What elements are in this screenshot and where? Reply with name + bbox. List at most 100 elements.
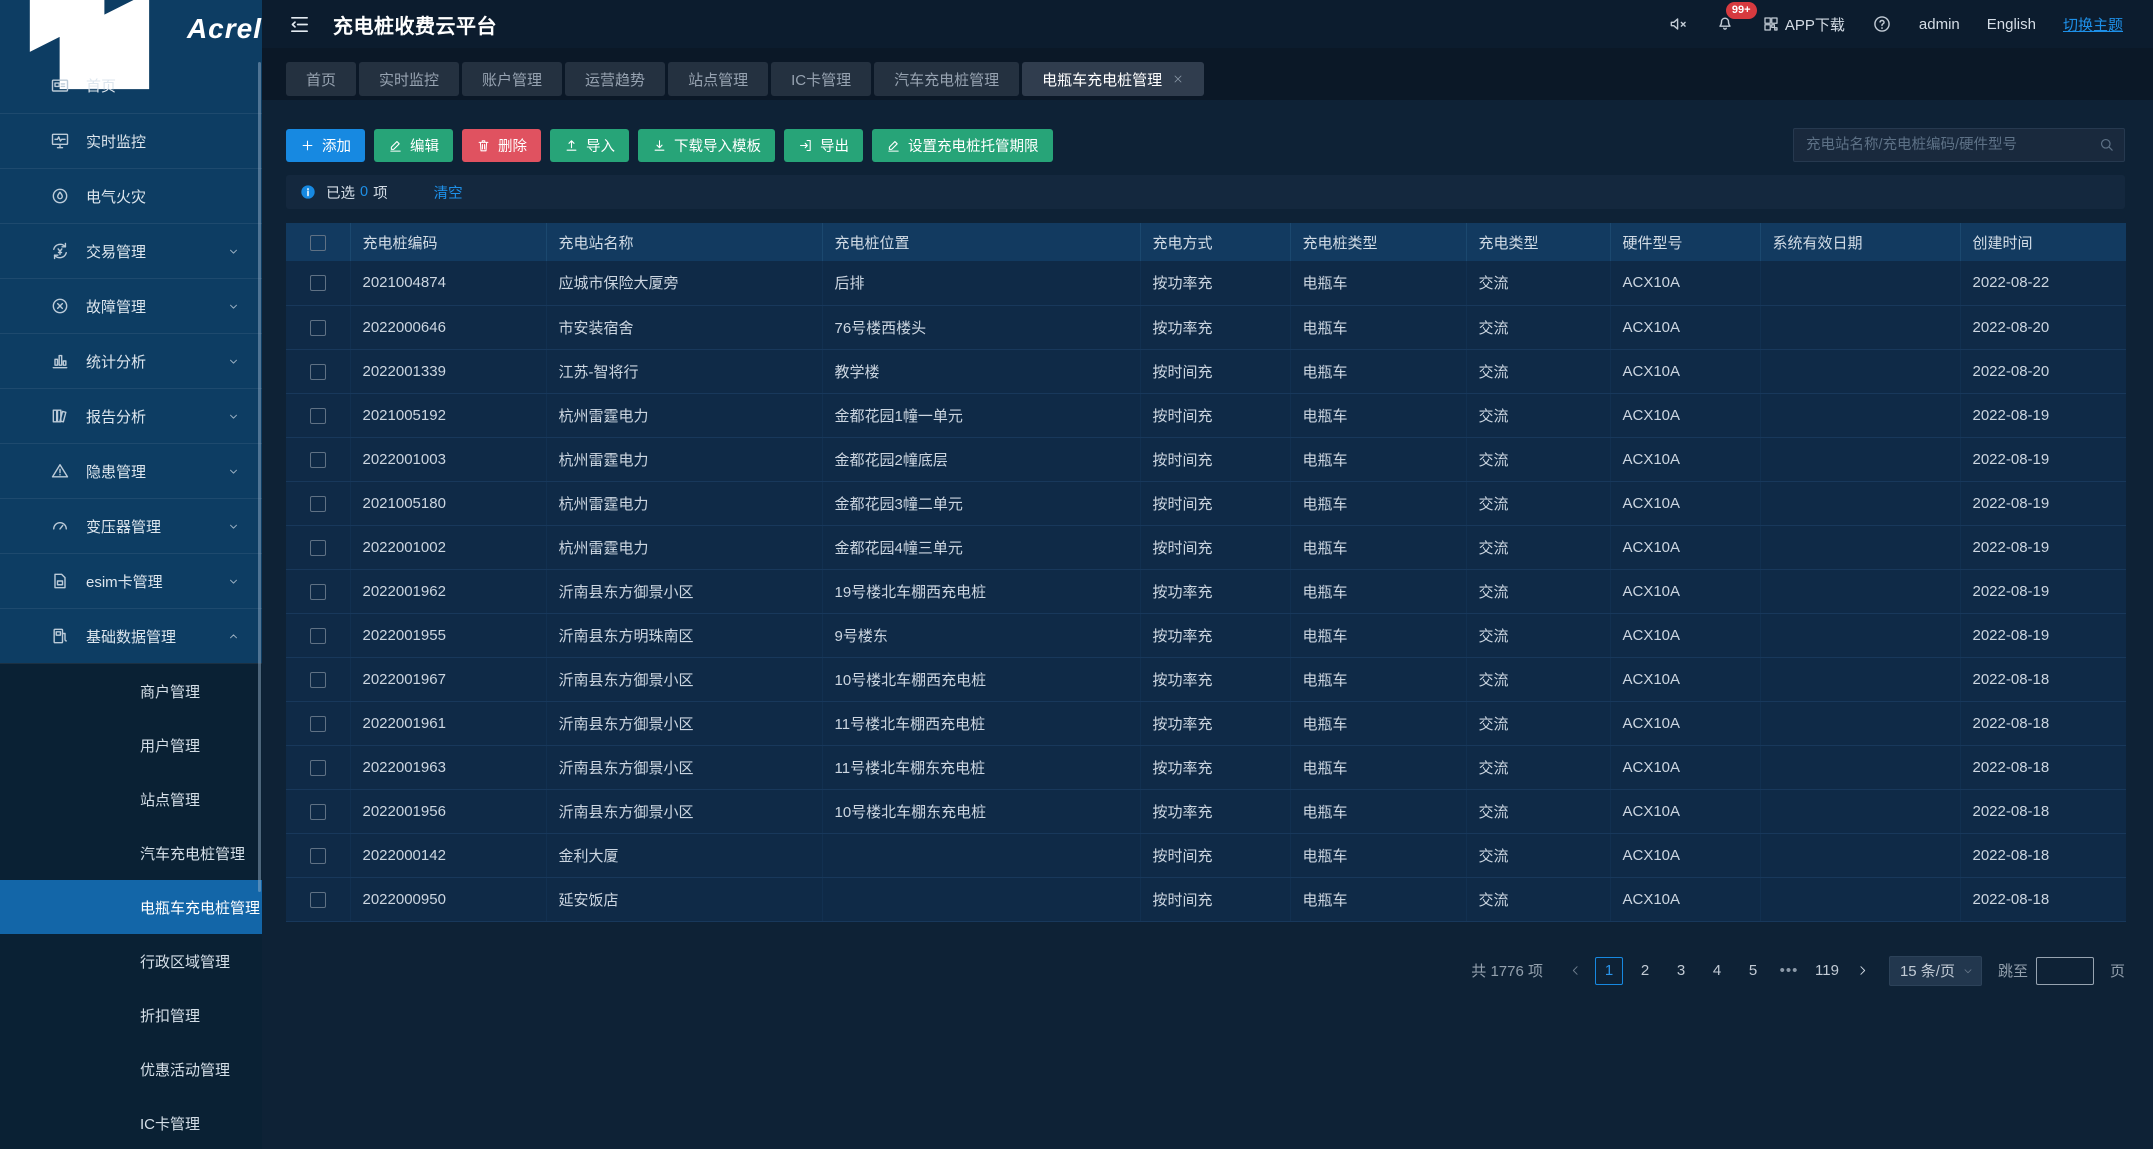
page-size-select[interactable]: 15 条/页 bbox=[1889, 956, 1982, 986]
cell-pile-type: 电瓶车 bbox=[1290, 437, 1466, 481]
row-checkbox[interactable] bbox=[310, 892, 326, 908]
row-checkbox[interactable] bbox=[310, 848, 326, 864]
notifications-bell[interactable]: 99+ bbox=[1715, 12, 1735, 36]
sidebar-scrollbar[interactable] bbox=[258, 62, 261, 892]
page-button-4[interactable]: 4 bbox=[1703, 957, 1731, 985]
sidebar-subitem-discount-mgmt[interactable]: 折扣管理 bbox=[0, 988, 262, 1042]
select-all-checkbox[interactable] bbox=[310, 235, 326, 251]
sidebar-subitem-ic-card-mgmt[interactable]: IC卡管理 bbox=[0, 1096, 262, 1149]
language-switch[interactable]: English bbox=[1987, 16, 2036, 33]
app-download-link[interactable]: APP下载 bbox=[1762, 14, 1845, 35]
tab-realtime-monitor[interactable]: 实时监控 bbox=[359, 62, 459, 96]
sidebar-item-realtime-monitor[interactable]: 实时监控 bbox=[0, 113, 262, 168]
tab-ebike-pile-mgmt[interactable]: 电瓶车充电桩管理 bbox=[1022, 62, 1204, 96]
tab-car-pile-mgmt[interactable]: 汽车充电桩管理 bbox=[874, 62, 1019, 96]
page-button-2[interactable]: 2 bbox=[1631, 957, 1659, 985]
sidebar-subitem-merchant-mgmt[interactable]: 商户管理 bbox=[0, 664, 262, 718]
col-header-created-time: 创建时间 bbox=[1960, 223, 2126, 261]
cell-charge-mode: 按时间充 bbox=[1140, 481, 1290, 525]
cell-pile-type: 电瓶车 bbox=[1290, 701, 1466, 745]
import-button[interactable]: 导入 bbox=[550, 129, 629, 162]
tab-operation-trend[interactable]: 运营趋势 bbox=[565, 62, 665, 96]
page-button-5[interactable]: 5 bbox=[1739, 957, 1767, 985]
next-page-button[interactable] bbox=[1851, 958, 1875, 984]
tab-label: 站点管理 bbox=[688, 69, 748, 90]
sidebar-item-electric-fire[interactable]: 电气火灾 bbox=[0, 168, 262, 223]
cell-pile-type: 电瓶车 bbox=[1290, 305, 1466, 349]
cell-pile-code: 2022000142 bbox=[350, 833, 546, 877]
sidebar-item-hazard-mgmt[interactable]: 隐患管理 bbox=[0, 443, 262, 498]
cell-pile-location: 金都花园4幢三单元 bbox=[822, 525, 1140, 569]
search-icon[interactable] bbox=[2098, 136, 2115, 153]
topbar: 充电桩收费云平台 99+ APP下载 admin English 切换主题 bbox=[262, 0, 2153, 48]
tab-site-mgmt[interactable]: 站点管理 bbox=[668, 62, 768, 96]
tab-label: 汽车充电桩管理 bbox=[894, 69, 999, 90]
cell-pile-code: 2022000950 bbox=[350, 877, 546, 921]
sidebar-item-report-analysis[interactable]: 报告分析 bbox=[0, 388, 262, 443]
sidebar-collapse-icon[interactable] bbox=[288, 13, 311, 36]
jump-page-input[interactable] bbox=[2036, 957, 2094, 985]
search-input[interactable] bbox=[1793, 128, 2125, 162]
cell-hardware-model: ACX10A bbox=[1610, 525, 1760, 569]
sidebar-subitem-promo-mgmt[interactable]: 优惠活动管理 bbox=[0, 1042, 262, 1096]
table-row: 2021004874应城市保险大厦旁后排按功率充电瓶车交流ACX10A2022-… bbox=[286, 261, 2126, 305]
prev-page-button[interactable] bbox=[1563, 958, 1587, 984]
row-checkbox[interactable] bbox=[310, 716, 326, 732]
sidebar-item-home[interactable]: 首页 bbox=[0, 58, 262, 113]
row-checkbox[interactable] bbox=[310, 496, 326, 512]
row-checkbox[interactable] bbox=[310, 320, 326, 336]
sidebar-item-base-data-mgmt[interactable]: 基础数据管理 bbox=[0, 608, 262, 663]
sidebar-subitem-ebike-pile-mgmt[interactable]: 电瓶车充电桩管理 bbox=[0, 880, 262, 934]
sidebar-subitem-region-mgmt[interactable]: 行政区域管理 bbox=[0, 934, 262, 988]
edit-button[interactable]: 编辑 bbox=[374, 129, 453, 162]
sidebar-subitem-car-pile-mgmt[interactable]: 汽车充电桩管理 bbox=[0, 826, 262, 880]
row-checkbox[interactable] bbox=[310, 452, 326, 468]
delete-button[interactable]: 删除 bbox=[462, 129, 541, 162]
row-checkbox[interactable] bbox=[310, 584, 326, 600]
page-button-3[interactable]: 3 bbox=[1667, 957, 1695, 985]
cell-system-valid-date bbox=[1760, 657, 1960, 701]
row-checkbox[interactable] bbox=[310, 364, 326, 380]
sidebar-item-transformer-mgmt[interactable]: 变压器管理 bbox=[0, 498, 262, 553]
sidebar-subitem-user-mgmt[interactable]: 用户管理 bbox=[0, 718, 262, 772]
export-button[interactable]: 导出 bbox=[784, 129, 863, 162]
username[interactable]: admin bbox=[1919, 16, 1960, 33]
cell-hardware-model: ACX10A bbox=[1610, 569, 1760, 613]
mute-icon[interactable] bbox=[1668, 14, 1688, 34]
sidebar-item-statistics[interactable]: 统计分析 bbox=[0, 333, 262, 388]
sidebar-item-label: esim卡管理 bbox=[86, 571, 163, 592]
help-icon[interactable] bbox=[1872, 14, 1892, 34]
sidebar-item-fault-mgmt[interactable]: 故障管理 bbox=[0, 278, 262, 333]
row-checkbox[interactable] bbox=[310, 408, 326, 424]
tab-ic-card-mgmt[interactable]: IC卡管理 bbox=[771, 62, 871, 96]
row-checkbox-cell bbox=[286, 789, 350, 833]
page-button-119[interactable]: 119 bbox=[1811, 957, 1843, 985]
set-hosting-period-button[interactable]: 设置充电桩托管期限 bbox=[872, 129, 1053, 162]
cell-pile-code: 2022001963 bbox=[350, 745, 546, 789]
tab-bar: 首页实时监控账户管理运营趋势 站点管理 IC卡管理 汽车充电桩管理 电瓶车充电桩管理 bbox=[262, 48, 2153, 100]
report-icon bbox=[50, 406, 70, 426]
cell-system-valid-date bbox=[1760, 349, 1960, 393]
row-checkbox[interactable] bbox=[310, 804, 326, 820]
col-header-system-valid-date: 系统有效日期 bbox=[1760, 223, 1960, 261]
sidebar-item-esim-card-mgmt[interactable]: esim卡管理 bbox=[0, 553, 262, 608]
cell-station-name: 杭州雷霆电力 bbox=[546, 437, 822, 481]
row-checkbox[interactable] bbox=[310, 672, 326, 688]
row-checkbox-cell bbox=[286, 525, 350, 569]
tab-close-icon[interactable] bbox=[1172, 73, 1184, 85]
tab-account-mgmt[interactable]: 账户管理 bbox=[462, 62, 562, 96]
row-checkbox[interactable] bbox=[310, 540, 326, 556]
chevron-down-icon bbox=[227, 465, 240, 478]
row-checkbox-cell bbox=[286, 833, 350, 877]
row-checkbox[interactable] bbox=[310, 628, 326, 644]
tab-home[interactable]: 首页 bbox=[286, 62, 356, 96]
clear-selection-link[interactable]: 清空 bbox=[434, 182, 463, 203]
row-checkbox[interactable] bbox=[310, 760, 326, 776]
page-button-1[interactable]: 1 bbox=[1595, 957, 1623, 985]
download-template-button[interactable]: 下载导入模板 bbox=[638, 129, 775, 162]
theme-switch-link[interactable]: 切换主题 bbox=[2063, 14, 2123, 35]
add-button[interactable]: 添加 bbox=[286, 129, 365, 162]
sidebar-item-transaction-mgmt[interactable]: 交易管理 bbox=[0, 223, 262, 278]
row-checkbox[interactable] bbox=[310, 275, 326, 291]
sidebar-subitem-site-mgmt[interactable]: 站点管理 bbox=[0, 772, 262, 826]
